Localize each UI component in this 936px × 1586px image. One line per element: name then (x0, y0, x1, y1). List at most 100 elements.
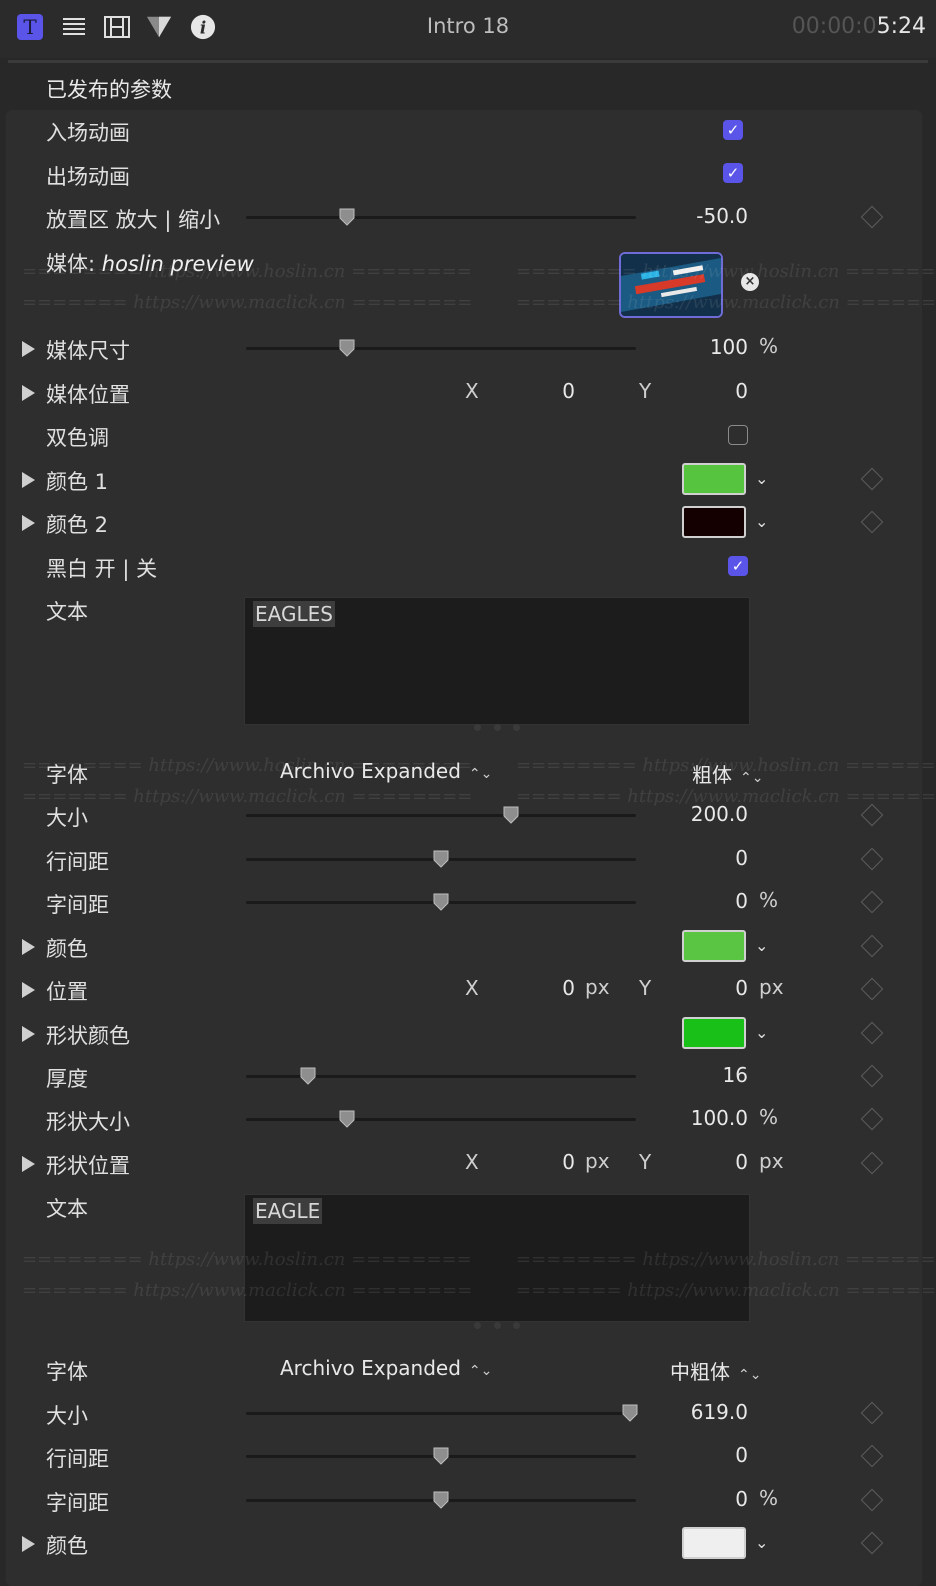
keyframe-diamond-icon[interactable] (860, 890, 884, 914)
chevron-down-icon[interactable]: ⌄ (755, 1023, 768, 1042)
keyframe-diamond-icon[interactable] (860, 1151, 884, 1175)
text-1-field[interactable]: EAGLES (244, 597, 750, 725)
keyframe-diamond-icon[interactable] (860, 1401, 884, 1425)
keyframe-diamond-icon[interactable] (860, 1107, 884, 1131)
font-family-popup[interactable]: Archivo Expanded ⌃⌄ (280, 759, 492, 783)
media-size-slider[interactable] (246, 339, 636, 357)
slider-thumb[interactable] (339, 1110, 355, 1128)
keyframe-diamond-icon[interactable] (860, 1531, 884, 1555)
media-well-thumbnail[interactable] (619, 252, 723, 318)
keyframe-diamond-icon[interactable] (860, 510, 884, 534)
media-size-value[interactable]: 100 (710, 335, 748, 359)
chevron-down-icon[interactable]: ⌄ (755, 1533, 768, 1552)
leading-2-value[interactable]: 0 (735, 1443, 748, 1467)
chevron-down-icon[interactable]: ⌄ (755, 469, 768, 488)
keyframe-diamond-icon[interactable] (860, 205, 884, 229)
chevron-down-icon[interactable]: ⌄ (755, 512, 768, 531)
param-label: 形状大小 (46, 1110, 130, 1134)
leading-2-slider[interactable] (246, 1447, 636, 1465)
slider-thumb[interactable] (300, 1067, 316, 1085)
keyframe-diamond-icon[interactable] (860, 1021, 884, 1045)
shape-size-value[interactable]: 100.0 (691, 1106, 748, 1130)
row-shape-size: 形状大小 100.0 % (0, 1099, 936, 1139)
row-shape-position: 形状位置 X 0 px Y 0 px (0, 1143, 936, 1183)
size-2-slider[interactable] (246, 1404, 638, 1422)
keyframe-diamond-icon[interactable] (860, 467, 884, 491)
tracking-1-slider[interactable] (246, 893, 636, 911)
disclosure-triangle-icon[interactable] (22, 341, 35, 357)
text-2-field[interactable]: EAGLE (244, 1194, 750, 1322)
intro-animation-checkbox[interactable]: ✓ (723, 120, 743, 140)
text-color-2-swatch[interactable] (682, 1527, 746, 1559)
tracking-2-value[interactable]: 0 (735, 1487, 748, 1511)
text-1-value: EAGLES (253, 601, 335, 627)
param-label: 位置 (46, 980, 88, 1004)
slider-thumb[interactable] (433, 850, 449, 868)
disclosure-triangle-icon[interactable] (22, 1156, 35, 1172)
dropzone-scale-value[interactable]: -50.0 (696, 204, 748, 228)
disclosure-triangle-icon[interactable] (22, 385, 35, 401)
bw-toggle-checkbox[interactable]: ✓ (728, 556, 748, 576)
shape-position-y-value[interactable]: 0 (735, 1150, 748, 1174)
slider-thumb[interactable] (433, 1447, 449, 1465)
chevron-down-icon[interactable]: ⌄ (755, 936, 768, 955)
color-2-swatch[interactable] (682, 506, 746, 538)
slider-thumb[interactable] (433, 893, 449, 911)
thickness-value[interactable]: 16 (723, 1063, 748, 1087)
clear-media-icon[interactable]: × (741, 273, 759, 291)
font-family-popup[interactable]: Archivo Expanded ⌃⌄ (280, 1356, 492, 1380)
font-weight-popup[interactable]: 中粗体 ⌃⌄ (670, 1356, 761, 1385)
disclosure-triangle-icon[interactable] (22, 515, 35, 531)
disclosure-triangle-icon[interactable] (22, 1026, 35, 1042)
row-leading-1: 行间距 0 (0, 839, 936, 879)
keyframe-diamond-icon[interactable] (860, 803, 884, 827)
thickness-slider[interactable] (246, 1067, 636, 1085)
leading-1-value[interactable]: 0 (735, 846, 748, 870)
checkmark-icon: ✓ (731, 556, 745, 575)
updown-chevron-icon: ⌃⌄ (468, 766, 493, 782)
slider-thumb[interactable] (339, 339, 355, 357)
param-label: 形状位置 (46, 1154, 130, 1178)
text-color-1-swatch[interactable] (682, 930, 746, 962)
media-position-y-value[interactable]: 0 (735, 379, 748, 403)
disclosure-triangle-icon[interactable] (22, 472, 35, 488)
keyframe-diamond-icon[interactable] (860, 847, 884, 871)
size-1-slider[interactable] (246, 806, 636, 824)
param-label: 媒体尺寸 (46, 339, 130, 363)
keyframe-diamond-icon[interactable] (860, 1488, 884, 1512)
dropzone-scale-slider[interactable] (246, 208, 636, 226)
tracking-2-slider[interactable] (246, 1491, 636, 1509)
shape-position-x-value[interactable]: 0 (562, 1150, 575, 1174)
disclosure-triangle-icon[interactable] (22, 982, 35, 998)
keyframe-diamond-icon[interactable] (860, 1444, 884, 1468)
keyframe-diamond-icon[interactable] (860, 934, 884, 958)
keyframe-diamond-icon[interactable] (860, 1064, 884, 1088)
media-position-x-value[interactable]: 0 (562, 379, 575, 403)
slider-thumb[interactable] (339, 208, 355, 226)
position-1-y-value[interactable]: 0 (735, 976, 748, 1000)
disclosure-triangle-icon[interactable] (22, 939, 35, 955)
shape-color-swatch[interactable] (682, 1017, 746, 1049)
tracking-1-value[interactable]: 0 (735, 889, 748, 913)
keyframe-diamond-icon[interactable] (860, 977, 884, 1001)
duotone-checkbox[interactable] (728, 425, 748, 445)
slider-thumb[interactable] (503, 806, 519, 824)
slider-thumb[interactable] (433, 1491, 449, 1509)
leading-1-slider[interactable] (246, 850, 636, 868)
unit-label: px (759, 1149, 784, 1173)
outro-animation-checkbox[interactable]: ✓ (723, 163, 743, 183)
font-weight-popup[interactable]: 粗体 ⌃⌄ (692, 759, 763, 788)
size-1-value[interactable]: 200.0 (691, 802, 748, 826)
resize-handle[interactable] (474, 724, 520, 732)
disclosure-triangle-icon[interactable] (22, 1536, 35, 1552)
shape-size-slider[interactable] (246, 1110, 636, 1128)
timecode-dim: 00:00:0 (791, 14, 877, 39)
resize-handle[interactable] (474, 1322, 520, 1330)
unit-label: % (759, 1105, 779, 1129)
slider-thumb[interactable] (622, 1404, 638, 1422)
unit-label: % (759, 1486, 779, 1510)
color-1-swatch[interactable] (682, 463, 746, 495)
size-2-value[interactable]: 619.0 (691, 1400, 748, 1424)
param-label: 颜色 (46, 1534, 88, 1558)
position-1-x-value[interactable]: 0 (562, 976, 575, 1000)
